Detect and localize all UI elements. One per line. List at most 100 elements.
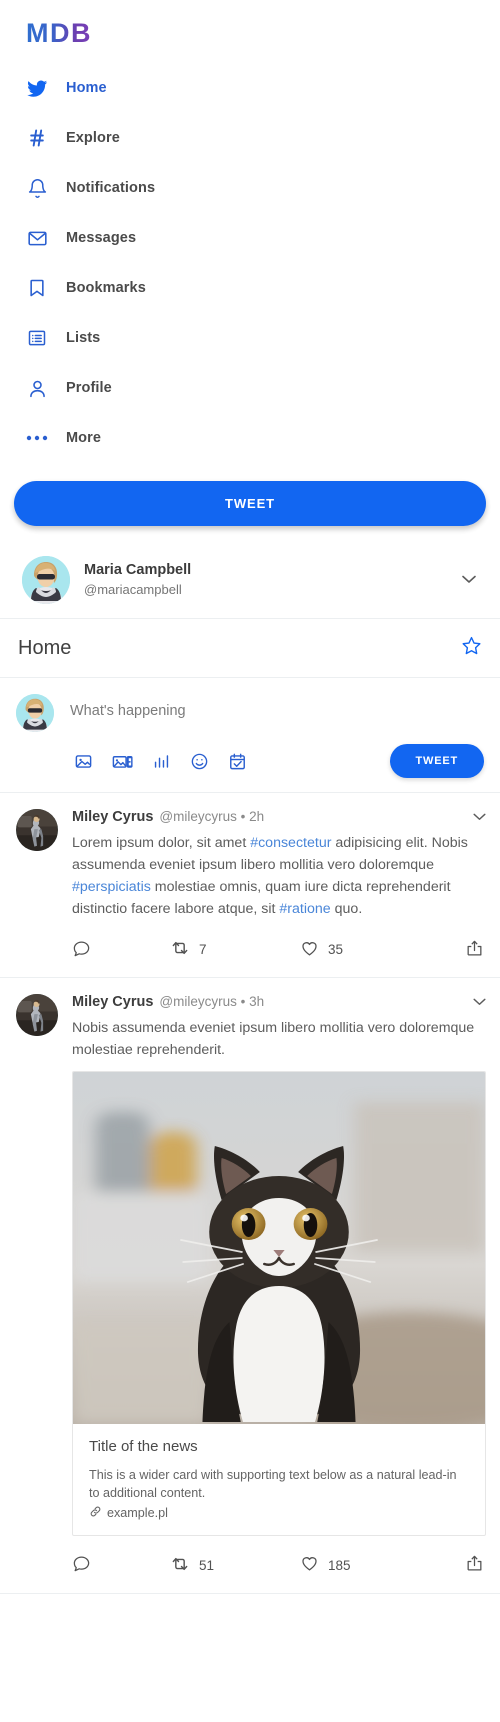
sidebar-item-more[interactable]: More [0,413,500,463]
person-icon [26,377,48,399]
compose-tweet-button[interactable]: TWEET [14,481,486,526]
sidebar-item-label-more: More [66,430,102,446]
chevron-down-icon[interactable] [473,809,486,824]
star-outline-icon[interactable] [461,635,482,661]
tweet-feed: Miley Cyrus @mileycyrus • 2h Lorem ipsum… [0,793,500,1594]
account-switcher[interactable]: Maria Campbell @mariacampbell [0,544,500,618]
gif-icon[interactable] [112,752,133,771]
sidebar-item-bookmarks[interactable]: Bookmarks [0,263,500,313]
schedule-icon[interactable] [228,752,247,771]
sidebar-item-label-notifications: Notifications [66,180,156,196]
sidebar-item-label-messages: Messages [66,230,137,246]
sidebar-item-label-home: Home [66,80,107,96]
ellipsis-icon [26,427,48,449]
compose-toolbar: TWEET [16,732,484,782]
sidebar-item-profile[interactable]: Profile [0,363,500,413]
tweet-item[interactable]: Miley Cyrus @mileycyrus • 3h Nobis assum… [0,978,500,1594]
sidebar-item-home[interactable]: Home [0,63,500,113]
share-button[interactable] [465,1554,484,1576]
sidebar-item-label-profile: Profile [66,380,112,396]
hashtag-link[interactable]: #ratione [279,901,330,917]
account-display-name: Maria Campbell [84,562,192,579]
account-handle: @mariacampbell [84,582,182,597]
comment-icon [72,1554,91,1576]
share-icon [465,1554,484,1576]
sidebar-nav: Home Explore Notifications Messages Book… [0,63,500,469]
sidebar-item-lists[interactable]: Lists [0,313,500,363]
retweet-button[interactable]: 7 [170,938,300,961]
account-names: Maria Campbell @mariacampbell [84,561,448,598]
heart-icon [300,1554,319,1576]
retweet-icon [170,938,190,961]
retweet-icon [170,1554,190,1577]
retweet-count: 7 [199,942,207,957]
bookmark-icon [26,277,48,299]
mdb-logo[interactable]: MDB [26,18,92,49]
avatar-compose [16,694,54,732]
news-card-link[interactable]: example.pl [89,1505,469,1521]
tweet-text: Nobis assumenda eveniet ipsum libero mol… [72,1017,486,1061]
compose-icon-row [74,752,247,771]
avatar-miley-cyrus[interactable] [16,809,58,851]
avatar-maria-campbell [22,556,70,604]
envelope-icon [26,227,48,249]
chevron-down-icon[interactable] [462,573,480,587]
hashtag-icon [26,127,48,149]
tweet-text-run: quo. [330,901,363,917]
news-card[interactable]: Title of the news This is a wider card w… [72,1071,486,1536]
news-card-link-label: example.pl [107,1505,168,1520]
news-card-title: Title of the news [89,1438,198,1455]
compose-box: TWEET [0,678,500,793]
news-card-body: Title of the news This is a wider card w… [73,1424,485,1535]
tweet-author-name[interactable]: Miley Cyrus [72,994,153,1010]
emoji-icon[interactable] [190,752,209,771]
sidebar-item-messages[interactable]: Messages [0,213,500,263]
feed-header: Home [0,618,500,678]
like-button[interactable]: 35 [300,939,465,961]
tweet-author-name[interactable]: Miley Cyrus [72,809,153,825]
tweet-text: Lorem ipsum dolor, sit amet #consectetur… [72,832,486,920]
tweet-header: Miley Cyrus @mileycyrus • 2h [72,809,486,825]
like-count: 35 [328,942,344,957]
comment-button[interactable] [72,939,170,961]
like-count: 185 [328,1557,351,1573]
brand-logo-container: MDB [0,0,500,63]
heart-icon [300,939,319,961]
tweet-actions: 51 185 [72,1542,486,1587]
retweet-button[interactable]: 51 [170,1554,300,1577]
hashtag-link[interactable]: #perspiciatis [72,879,151,895]
news-card-text: This is a wider card with supporting tex… [89,1468,457,1501]
bell-icon [26,177,48,199]
comment-button[interactable] [72,1554,170,1576]
link-icon [89,1505,102,1521]
news-card-image [73,1072,485,1424]
list-icon [26,327,48,349]
image-icon[interactable] [74,752,93,771]
comment-icon [72,939,91,961]
share-icon [465,939,484,961]
chevron-down-icon[interactable] [473,994,486,1009]
like-button[interactable]: 185 [300,1554,465,1576]
compose-input[interactable] [70,694,484,719]
hashtag-link[interactable]: #consectetur [250,835,331,851]
tweet-header: Miley Cyrus @mileycyrus • 3h [72,994,486,1010]
tweet-actions: 7 35 [72,926,486,971]
sidebar-item-label-explore: Explore [66,130,120,146]
twitter-bird-icon [26,77,48,99]
tweet-button-container: TWEET [0,469,500,544]
compose-submit-button[interactable]: TWEET [389,744,484,778]
sidebar-item-notifications[interactable]: Notifications [0,163,500,213]
tweet-meta: @mileycyrus • 2h [159,809,265,824]
compose-top-row [16,694,484,732]
share-button[interactable] [465,939,484,961]
tweet-item[interactable]: Miley Cyrus @mileycyrus • 2h Lorem ipsum… [0,793,500,978]
sidebar-item-label-lists: Lists [66,330,101,346]
tweet-body: Miley Cyrus @mileycyrus • 2h Lorem ipsum… [72,809,486,971]
tweet-text-run: Lorem ipsum dolor, sit amet [72,835,251,851]
sidebar-item-explore[interactable]: Explore [0,113,500,163]
tweet-text-run: Nobis assumenda eveniet ipsum libero mol… [72,1020,475,1058]
poll-chart-icon[interactable] [152,752,171,771]
tweet-meta: @mileycyrus • 3h [159,994,265,1009]
avatar-miley-cyrus[interactable] [16,994,58,1036]
page-title: Home [18,636,72,659]
